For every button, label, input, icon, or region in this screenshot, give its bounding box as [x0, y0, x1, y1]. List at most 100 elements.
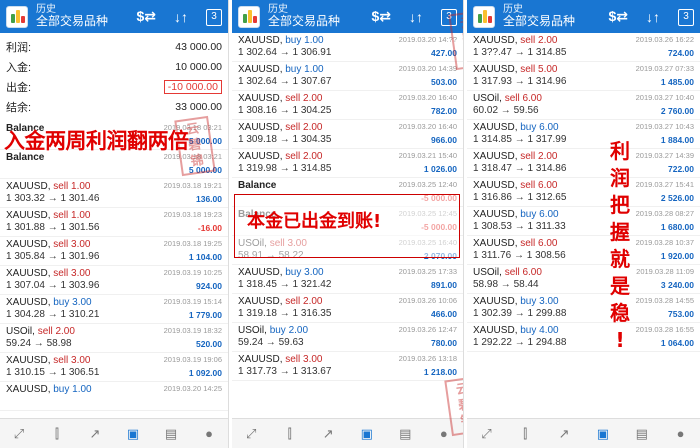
- app-bar: 历史 全部交易品种 $⇄ ↓↑ 3: [232, 0, 463, 33]
- deal-direction: buy 4.00: [520, 325, 559, 336]
- filter-icon[interactable]: $⇄: [371, 8, 391, 25]
- deal-profit: 1 884.00: [660, 135, 694, 145]
- deal-direction: sell 2.00: [520, 151, 558, 162]
- deal-symbol: XAUUSD: [473, 325, 515, 336]
- chart-tab-icon[interactable]: ⫿: [281, 426, 299, 442]
- app-bar: 历史 全部交易品种 $⇄ ↓↑ 3: [0, 0, 228, 33]
- deal-symbol: XAUUSD: [6, 355, 48, 366]
- symbol-filter[interactable]: 全部交易品种: [36, 15, 108, 28]
- deal-direction: buy 1.00: [53, 384, 92, 395]
- deal-direction: sell 6.00: [504, 93, 542, 104]
- deal-profit: 1 920.00: [660, 251, 694, 261]
- deal-row[interactable]: XAUUSD, sell 2.00 1 309.18 → 1 304.35 2019…: [232, 120, 463, 149]
- deal-time: 2019.03.28 11:09: [636, 267, 694, 276]
- deal-row[interactable]: XAUUSD, sell 1.00 1 301.88 → 1 301.56 2019…: [0, 208, 228, 237]
- symbol-filter[interactable]: 全部交易品种: [503, 15, 575, 28]
- deal-prices: 1 302.39 → 1 299.88: [473, 308, 567, 319]
- deal-row[interactable]: XAUUSD, buy 3.00 1 304.28 → 1 310.21 2019.…: [0, 295, 228, 324]
- deal-row[interactable]: XAUUSD, sell 3.00 1 307.04 → 1 303.96 2019…: [0, 266, 228, 295]
- deal-direction: sell 2.00: [285, 296, 323, 307]
- history-trend-icon[interactable]: ↗: [319, 426, 337, 442]
- deal-row[interactable]: XAUUSD, sell 3.00 1 305.84 → 1 301.96 2019…: [0, 237, 228, 266]
- deal-row[interactable]: XAUUSD, sell 2.00 1 3??.47 → 1 314.85 2019…: [467, 33, 700, 62]
- deal-time: 2019.03.28 10:37: [635, 238, 694, 247]
- deal-row[interactable]: XAUUSD, sell 6.00 1 311.76 → 1 308.56 2019…: [467, 236, 700, 265]
- filter-icon[interactable]: $⇄: [136, 8, 156, 25]
- deal-direction: sell 5.00: [520, 64, 558, 75]
- overlay-char: 握: [610, 220, 630, 244]
- deal-row[interactable]: XAUUSD, sell 3.00 1 317.73 → 1 313.67 2019…: [232, 352, 463, 381]
- summary-block: 利润: 43 000.00 入金: 10 000.00 出金: -10 000.00 …: [0, 33, 228, 121]
- deal-profit: 780.00: [431, 338, 457, 348]
- deal-row[interactable]: XAUUSD, buy 3.00 1 318.45 → 1 321.42 2019.…: [232, 265, 463, 294]
- deal-prices: 1 301.88 → 1 301.56: [6, 222, 100, 233]
- history-trend-icon[interactable]: ↗: [555, 426, 573, 442]
- inbox-icon[interactable]: ▣: [594, 426, 612, 442]
- deal-time: 2019.03.19 19:06: [163, 355, 222, 364]
- deal-time: 2019.03.25 12:40: [398, 180, 457, 189]
- deal-symbol: Balance: [238, 180, 277, 191]
- deal-row[interactable]: XAUUSD, buy 4.00 1 292.22 → 1 294.88 2019.…: [467, 323, 700, 352]
- deal-prices: 1 3??.47 → 1 314.85: [473, 47, 567, 58]
- deal-prices: 1 308.16 → 1 304.25: [238, 105, 332, 116]
- deal-row[interactable]: XAUUSD, sell 2.00 1 318.47 → 1 314.86 2019…: [467, 149, 700, 178]
- news-icon[interactable]: ▤: [162, 426, 180, 442]
- deal-row[interactable]: XAUUSD, sell 5.00 1 317.93 → 1 314.96 2019…: [467, 62, 700, 91]
- deal-row[interactable]: XAUUSD, sell 2.00 1 319.98 → 1 314.85 2019…: [232, 149, 463, 178]
- calendar-icon[interactable]: 3: [206, 9, 222, 26]
- deal-time: 2019.03.25 17:33: [398, 267, 457, 276]
- deal-time: 2019.03.19 15:14: [163, 297, 222, 306]
- overlay-char: 利: [610, 139, 630, 163]
- deal-symbol: XAUUSD: [6, 297, 48, 308]
- deal-row[interactable]: USOil, sell 6.00 58.98 → 58.44 2019.03.28 …: [467, 265, 700, 294]
- deal-row[interactable]: XAUUSD, buy 6.00 1 314.85 → 1 317.99 2019.…: [467, 120, 700, 149]
- deal-time: 2019.03.18 19:23: [163, 210, 222, 219]
- trade-tab-icon[interactable]: ⤢: [242, 426, 260, 442]
- deal-row[interactable]: XAUUSD, sell 6.00 1 316.86 → 1 312.65 2019…: [467, 178, 700, 207]
- chat-icon[interactable]: ●: [200, 426, 218, 442]
- deal-symbol: XAUUSD: [6, 181, 48, 192]
- inbox-icon[interactable]: ▣: [124, 426, 142, 442]
- deal-row[interactable]: USOil, buy 2.00 59.24 → 59.63 2019.03.26 1…: [232, 323, 463, 352]
- deal-row[interactable]: XAUUSD, buy 1.00 1 302.64 → 1 307.67 2019.…: [232, 62, 463, 91]
- filter-icon[interactable]: $⇄: [608, 8, 628, 25]
- overlay-char: !: [615, 328, 625, 352]
- deal-direction: sell 3.00: [53, 239, 91, 250]
- calendar-icon[interactable]: 3: [678, 9, 694, 26]
- deal-direction: sell 6.00: [520, 238, 558, 249]
- deal-profit: 2 760.00: [660, 106, 694, 116]
- deal-row[interactable]: USOil, sell 2.00 59.24 → 58.98 2019.03.19 …: [0, 324, 228, 353]
- news-icon[interactable]: ▤: [396, 426, 414, 442]
- sort-icon[interactable]: ↓↑: [646, 9, 660, 25]
- deal-row[interactable]: XAUUSD, sell 3.00 1 310.15 → 1 306.51 2019…: [0, 353, 228, 382]
- trade-tab-icon[interactable]: ⤢: [477, 426, 495, 442]
- sort-icon[interactable]: ↓↑: [174, 9, 188, 25]
- symbol-filter[interactable]: 全部交易品种: [268, 15, 340, 28]
- overlay-char: 就: [610, 247, 630, 271]
- deal-row[interactable]: USOil, sell 6.00 60.02 → 59.56 2019.03.27 …: [467, 91, 700, 120]
- deal-symbol: XAUUSD: [473, 64, 515, 75]
- deal-row[interactable]: XAUUSD, buy 1.00 2019.03.20 14:25: [0, 382, 228, 411]
- trade-tab-icon[interactable]: ⤢: [10, 426, 28, 442]
- deal-row[interactable]: XAUUSD, buy 3.00 1 302.39 → 1 299.88 2019.…: [467, 294, 700, 323]
- deal-row[interactable]: XAUUSD, buy 6.00 1 308.53 → 1 311.33 2019.…: [467, 207, 700, 236]
- app-logo-icon: [6, 5, 28, 28]
- deal-row[interactable]: XAUUSD, sell 2.00 1 308.16 → 1 304.25 2019…: [232, 91, 463, 120]
- deal-row[interactable]: XAUUSD, sell 1.00 1 303.32 → 1 301.46 2019…: [0, 179, 228, 208]
- inbox-icon[interactable]: ▣: [358, 426, 376, 442]
- deal-time: 2019.03.26 10:06: [398, 296, 457, 305]
- deal-profit: -16.00: [197, 223, 222, 233]
- chart-tab-icon[interactable]: ⫿: [48, 426, 66, 442]
- deal-profit: 891.00: [431, 280, 457, 290]
- deal-row[interactable]: XAUUSD, sell 2.00 1 319.18 → 1 316.35 2019…: [232, 294, 463, 323]
- deal-direction: sell 6.00: [520, 180, 558, 191]
- chart-tab-icon[interactable]: ⫿: [516, 426, 534, 442]
- deal-symbol: XAUUSD: [238, 93, 280, 104]
- sort-icon[interactable]: ↓↑: [409, 9, 423, 25]
- deal-row[interactable]: XAUUSD, buy 1.00 1 302.64 → 1 306.91 2019.…: [232, 33, 463, 62]
- news-icon[interactable]: ▤: [633, 426, 651, 442]
- chat-icon[interactable]: ●: [672, 426, 690, 442]
- history-trend-icon[interactable]: ↗: [86, 426, 104, 442]
- overlay-char: 把: [610, 193, 630, 217]
- deal-symbol: USOil: [238, 325, 265, 336]
